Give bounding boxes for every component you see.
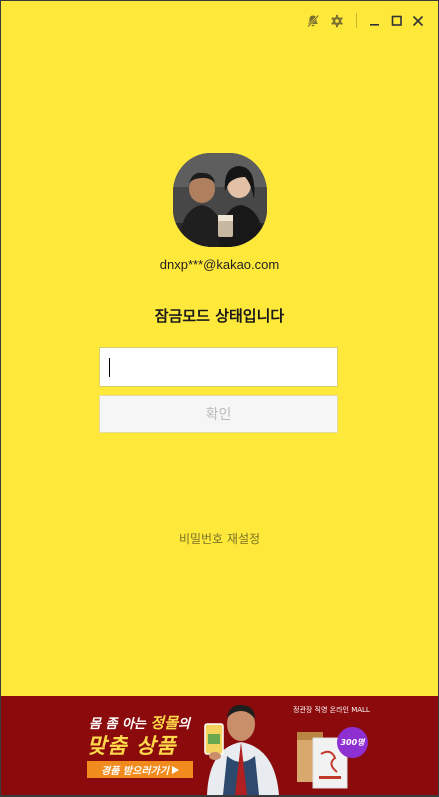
ad-mall-label: 정관장 직영 온라인 MALL xyxy=(293,706,370,714)
reset-password-link[interactable]: 비밀번호 재설정 xyxy=(1,530,438,547)
ad-model-illustration xyxy=(204,704,279,795)
password-field[interactable] xyxy=(99,347,338,387)
password-input[interactable] xyxy=(100,348,337,386)
title-bar xyxy=(1,1,438,41)
close-icon[interactable] xyxy=(410,13,426,29)
ad-subheadline: 맞춤 상품 xyxy=(87,734,177,758)
gear-icon[interactable] xyxy=(329,13,345,29)
maximize-icon[interactable] xyxy=(389,13,405,29)
account-email: dnxp***@kakao.com xyxy=(159,257,280,272)
text-caret xyxy=(109,358,110,377)
ad-cta-button[interactable]: 경품 받으러가기 xyxy=(87,761,193,778)
play-arrow-icon xyxy=(171,765,179,774)
titlebar-divider xyxy=(356,13,357,28)
minimize-icon[interactable] xyxy=(367,13,383,29)
kakaotalk-lock-window: dnxp***@kakao.com 잠금모드 상태입니다 확인 비밀번호 재설정… xyxy=(1,1,438,795)
bell-off-icon[interactable] xyxy=(305,13,321,29)
ad-count-badge: 300명 xyxy=(337,727,368,758)
profile-avatar xyxy=(173,153,267,247)
ad-headline-post: 의 xyxy=(178,717,190,732)
ad-banner[interactable]: 몸 좀 아는 정몰의 맞춤 상품 경품 받으러가기 정관장 직영 온라인 MAL… xyxy=(1,696,438,795)
confirm-button[interactable]: 확인 xyxy=(99,395,338,433)
lock-status-title: 잠금모드 상태입니다 xyxy=(154,307,285,325)
ad-cta-label: 경품 받으러가기 xyxy=(101,766,169,777)
